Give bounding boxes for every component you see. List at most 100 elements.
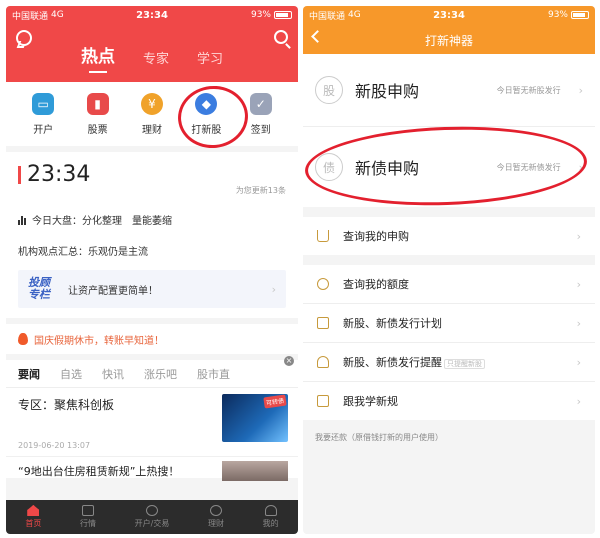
candlestick-icon: ▮ [86, 92, 109, 115]
new-stock-subscribe[interactable]: 股 新股申购 今日暂无新股发行 › [303, 54, 595, 126]
repay-link[interactable]: 我要还款（原借钱打新的用户使用） [303, 420, 595, 455]
tabbar-label: 行情 [79, 519, 96, 528]
shortcut-label: 签到 [250, 124, 271, 136]
battery-icon [571, 11, 589, 19]
chevron-right-icon: › [578, 160, 583, 174]
chevron-right-icon: › [576, 394, 581, 408]
news-item[interactable]: “9地出台住房租赁新规”上热搜！ [6, 456, 298, 481]
money-bag-icon: ¥ [140, 92, 163, 115]
opinion-summary[interactable]: 机构观点汇总：乐观仍是主流 [18, 243, 286, 258]
bell-icon [317, 356, 329, 368]
news-time-row: 23:34 [18, 162, 286, 187]
learn-new-rules[interactable]: 跟我学新规 › [303, 382, 595, 420]
news-summary-card: 23:34 为您更新13条 今日大盘：分化整理 量能萎缩 机构观点汇总：乐观仍是… [6, 152, 298, 318]
thumbnail-tag: 可转债 [263, 394, 287, 409]
tab-flash[interactable]: 快讯 [102, 366, 124, 382]
tabbar-label: 首页 [25, 519, 42, 528]
chevron-right-icon: › [576, 229, 581, 243]
status-bar: 中国联通 4G 23:34 93% [303, 6, 595, 24]
ipo-header: 中国联通 4G 23:34 93% 打新神器 [303, 6, 595, 54]
network: 4G [51, 10, 64, 20]
chevron-right-icon: › [576, 355, 581, 369]
holiday-notice[interactable]: 国庆假期休市，转账早知道！ [6, 324, 298, 354]
issue-plan[interactable]: 新股、新债发行计划 › [303, 304, 595, 342]
cart-icon [317, 230, 329, 242]
new-bond-subscribe[interactable]: 债 新债申购 今日暂无新债发行 › [303, 122, 595, 210]
monitor-icon: ▭ [32, 92, 55, 115]
shortcut-stocks[interactable]: ▮ 股票 [76, 92, 120, 136]
tab-market-live[interactable]: 股市直 [197, 366, 230, 382]
bond-badge-icon: 债 [315, 153, 343, 181]
news-title: “9地出台住房租赁新规”上热搜！ [18, 465, 180, 478]
tab-experts[interactable]: 专家 [143, 48, 169, 73]
item-hint: 今日暂无新股发行 [496, 85, 561, 95]
notice-text: 国庆假期休市，转账早知道！ [34, 335, 164, 347]
item-label: 查询我的申购 [343, 230, 409, 243]
shortcut-label: 打新股 [191, 124, 222, 136]
tab-hot[interactable]: 热点 [81, 42, 115, 73]
tabbar-wealth[interactable]: 理财 [208, 505, 224, 529]
top-tabs: 热点 专家 学习 [6, 42, 298, 73]
tabbar-trade[interactable]: 开户/交易 [135, 505, 169, 529]
news-item[interactable]: 专区：聚焦科创板 2019-06-20 13:07 可转债 [6, 388, 298, 456]
reminder-scope-badge: 只提醒新股 [444, 359, 485, 369]
status-time: 23:34 [136, 9, 168, 21]
item-hint: 今日暂无新债发行 [496, 162, 561, 172]
carrier: 中国联通 [12, 11, 49, 22]
trade-icon [145, 505, 158, 516]
tab-learn[interactable]: 学习 [197, 48, 223, 73]
market-summary[interactable]: 今日大盘：分化整理 量能萎缩 [18, 212, 286, 227]
tab-community[interactable]: 涨乐吧 [144, 366, 177, 382]
chart-icon [81, 505, 94, 516]
item-label: 查询我的额度 [343, 278, 409, 291]
shortcut-wealth[interactable]: ¥ 理财 [130, 92, 174, 136]
shortcut-label: 开户 [33, 124, 54, 136]
chevron-right-icon: › [271, 282, 276, 296]
close-icon[interactable]: × [284, 356, 294, 366]
item-title: 新股申购 [355, 82, 420, 101]
carrier: 中国联通 [309, 11, 346, 22]
user-icon [264, 505, 277, 516]
tab-watchlist[interactable]: 自选 [60, 366, 82, 382]
section-gap [303, 207, 595, 217]
book-icon [317, 395, 329, 407]
medal-icon [317, 278, 329, 290]
chevron-right-icon: › [576, 277, 581, 291]
shortcut-checkin[interactable]: ✓ 签到 [239, 92, 283, 136]
item-title: 新债申购 [355, 159, 420, 178]
shortcut-open-account[interactable]: ▭ 开户 [21, 92, 65, 136]
news-date: 2019-06-20 13:07 [18, 441, 91, 450]
opinion-summary-text: 机构观点汇总：乐观仍是主流 [18, 247, 148, 258]
shortcut-label: 股票 [87, 124, 108, 136]
tabbar-quotes[interactable]: 行情 [80, 505, 96, 529]
left-screen: 中国联通 4G 23:34 93% 热点 专家 学习 ▭ 开户 ▮ 股票 ¥ 理财… [6, 6, 298, 534]
query-my-subscriptions[interactable]: 查询我的申购 › [303, 217, 595, 255]
item-label: 跟我学新规 [343, 395, 398, 408]
news-thumbnail [222, 461, 288, 481]
chevron-right-icon: › [576, 316, 581, 330]
shortcut-new-stock[interactable]: ◆ 打新股 [184, 92, 228, 136]
home-icon [27, 505, 40, 516]
logo-line: 专栏 [28, 288, 50, 301]
home-header: 中国联通 4G 23:34 93% 热点 专家 学习 [6, 6, 298, 82]
issue-reminder[interactable]: 新股、新债发行提醒 只提醒新股 › [303, 343, 595, 381]
advisor-column-banner[interactable]: 投顾 专栏 让资产配置更简单！ › [18, 270, 286, 308]
chevron-right-icon: › [578, 83, 583, 97]
news-thumbnail: 可转债 [222, 394, 288, 442]
checkin-icon: ✓ [249, 92, 272, 115]
section-gap [303, 255, 595, 265]
news-tabs: 要闻 自选 快讯 涨乐吧 股市直 × [6, 356, 298, 388]
tabbar-home[interactable]: 首页 [25, 505, 41, 529]
tab-headlines[interactable]: 要闻 [18, 366, 40, 382]
item-label: 新股、新债发行计划 [343, 317, 442, 330]
banner-text: 让资产配置更简单！ [68, 285, 158, 297]
battery-level: 93% [250, 10, 271, 20]
market-summary-text: 今日大盘：分化整理 量能萎缩 [32, 216, 172, 227]
bar-chart-icon [18, 215, 26, 225]
tabbar-me[interactable]: 我的 [263, 505, 279, 529]
query-my-quota[interactable]: 查询我的额度 › [303, 265, 595, 303]
status-bar: 中国联通 4G 23:34 93% [6, 6, 298, 24]
list-icon [317, 317, 329, 329]
advisor-logo: 投顾 专栏 [28, 277, 58, 301]
tabbar-label: 理财 [208, 519, 224, 528]
